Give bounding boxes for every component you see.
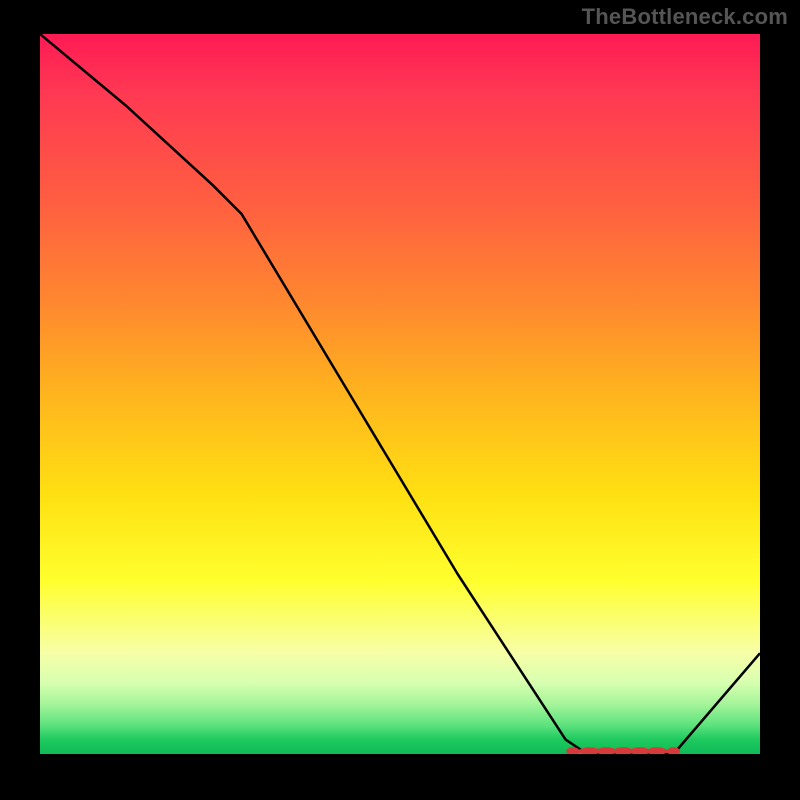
bottleneck-curve-path	[40, 34, 760, 754]
watermark-text: TheBottleneck.com	[582, 4, 788, 30]
curve-layer	[40, 34, 760, 754]
chart-frame: TheBottleneck.com	[0, 0, 800, 800]
optimal-band-markers	[566, 747, 680, 754]
plot-area	[40, 34, 760, 754]
optimal-marker	[647, 747, 667, 754]
